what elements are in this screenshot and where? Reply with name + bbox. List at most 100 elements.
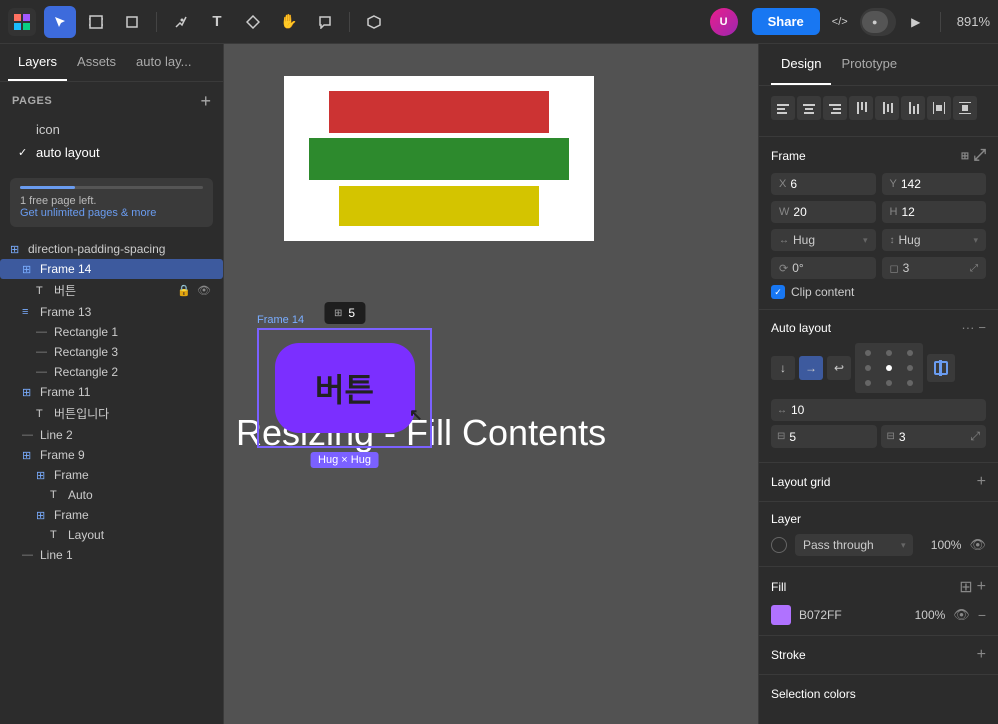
layer-rect-3[interactable]: — Rectangle 3 — [0, 342, 223, 362]
al-padding-h-field[interactable]: ⊟ 5 — [771, 425, 877, 448]
play-btn[interactable]: ▶ — [900, 6, 932, 38]
play-toggle[interactable]: ● — [860, 8, 896, 36]
al-expand-icon[interactable]: ⤢ — [970, 429, 980, 444]
share-button[interactable]: Share — [752, 8, 820, 35]
layer-line-2[interactable]: — Line 2 — [0, 425, 223, 445]
lock-icon[interactable]: 🔒 — [175, 283, 193, 298]
hug-x-chevron: ▾ — [863, 235, 868, 246]
visibility-icon[interactable]: 👁 — [195, 283, 213, 298]
spacing-grid[interactable] — [855, 343, 923, 393]
align-top-btn[interactable] — [849, 96, 873, 120]
upgrade-link[interactable]: Get unlimited pages & more — [20, 207, 156, 219]
al-settings-btn[interactable]: ··· — [961, 320, 974, 335]
canvas[interactable]: Resizing - Fill Contents Frame 14 ⊞ 5 버튼… — [224, 44, 758, 724]
layer-label: Frame 11 — [40, 385, 213, 399]
frame-icon: ⊞ — [36, 509, 50, 522]
layer-frame-14[interactable]: ⊞ Frame 14 — [0, 259, 223, 279]
layer-rect-2[interactable]: — Rectangle 2 — [0, 362, 223, 382]
rect-icon: — — [36, 346, 50, 358]
tab-layers[interactable]: Layers — [8, 44, 67, 81]
layout-grid-row: Layout grid + — [771, 473, 986, 491]
fill-add-btn[interactable]: + — [977, 578, 986, 596]
distribute-v-btn[interactable] — [953, 96, 977, 120]
fill-grid-icon[interactable]: ⊞ — [959, 577, 972, 597]
page-item-auto-layout[interactable]: ✓ auto layout — [12, 141, 211, 164]
layer-frame-9[interactable]: ⊞ Frame 9 — [0, 445, 223, 465]
al-padding-v-field[interactable]: ⊟ 3 ⤢ — [881, 425, 987, 448]
toolbar-sep-3 — [940, 12, 941, 32]
layer-button[interactable]: T 버튼 🔒 👁 — [0, 279, 223, 302]
layer-visibility-icon[interactable]: 👁 — [969, 537, 986, 553]
code-view-btn[interactable]: </> — [824, 6, 856, 38]
pen-tool-btn[interactable] — [165, 6, 197, 38]
text-icon: T — [50, 489, 64, 501]
move-tool-btn[interactable] — [44, 6, 76, 38]
component-tool-btn[interactable] — [237, 6, 269, 38]
layer-frame-inner[interactable]: ⊞ Frame — [0, 465, 223, 485]
direction-wrap-btn[interactable]: ↩ — [827, 356, 851, 380]
layer-rect-1[interactable]: — Rectangle 1 — [0, 322, 223, 342]
layer-frame-11[interactable]: ⊞ Frame 11 — [0, 382, 223, 402]
tab-auto-layout[interactable]: auto lay... — [126, 44, 201, 81]
direction-right-btn[interactable]: → — [799, 356, 823, 380]
layer-line-1[interactable]: — Line 1 — [0, 545, 223, 565]
y-field[interactable]: Y 142 — [882, 173, 987, 195]
hug-x-icon: ↔ — [779, 235, 789, 246]
layout-grid-add-btn[interactable]: + — [977, 473, 986, 491]
blend-opacity-value: 100% — [921, 538, 961, 552]
rotation-field[interactable]: ⟳ 0° — [771, 257, 876, 279]
plugins-btn[interactable] — [358, 6, 390, 38]
rotation-row: ⟳ 0° ◻ 3 ⤢ — [771, 257, 986, 279]
stroke-align-icon[interactable] — [927, 354, 955, 382]
page-item-icon[interactable]: icon — [12, 118, 211, 141]
tab-assets[interactable]: Assets — [67, 44, 126, 81]
button-element[interactable]: 버튼 ↖ — [275, 343, 415, 433]
app-logo[interactable] — [8, 8, 36, 36]
frame-tool-btn[interactable] — [80, 6, 112, 38]
frame-expand-icon[interactable]: ⊞ — [961, 151, 969, 162]
layer-button-text[interactable]: T 버튼입니다 — [0, 402, 223, 425]
layer-direction-padding-spacing[interactable]: ⊞ direction-padding-spacing — [0, 239, 223, 259]
stroke-section: Stroke + — [759, 636, 998, 675]
align-bottom-btn[interactable] — [901, 96, 925, 120]
tab-prototype[interactable]: Prototype — [831, 44, 907, 85]
canvas-frame-box[interactable] — [284, 76, 594, 241]
tab-design[interactable]: Design — [771, 44, 831, 85]
x-field[interactable]: X 6 — [771, 173, 876, 195]
layer-layout-text[interactable]: T Layout — [0, 525, 223, 545]
align-center-v-btn[interactable] — [875, 96, 899, 120]
comment-tool-btn[interactable] — [309, 6, 341, 38]
distribute-h-btn[interactable] — [927, 96, 951, 120]
clip-content-checkbox[interactable]: ✓ — [771, 285, 785, 299]
frame14-box[interactable]: ⊞ 5 버튼 ↖ Hug × Hug — [257, 328, 432, 448]
layer-label: direction-padding-spacing — [28, 242, 213, 256]
blend-mode-select[interactable]: Pass through ▾ — [795, 534, 913, 556]
y-label: Y — [890, 178, 897, 190]
direction-down-btn[interactable]: ↓ — [771, 356, 795, 380]
h-field[interactable]: H 12 — [882, 201, 987, 223]
text-tool-btn[interactable]: T — [201, 6, 233, 38]
fill-remove-btn[interactable]: − — [978, 607, 986, 623]
hug-x-field[interactable]: ↔ Hug ▾ — [771, 229, 876, 251]
layer-frame-inner2[interactable]: ⊞ Frame — [0, 505, 223, 525]
align-center-h-btn[interactable] — [797, 96, 821, 120]
stroke-add-btn[interactable]: + — [977, 646, 986, 664]
align-right-btn[interactable] — [823, 96, 847, 120]
frame-more-icon[interactable]: ⤢ — [973, 147, 986, 165]
shape-tool-btn[interactable] — [116, 6, 148, 38]
hand-tool-btn[interactable]: ✋ — [273, 6, 305, 38]
hug-row: ↔ Hug ▾ ↕ Hug ▾ — [771, 229, 986, 251]
align-left-btn[interactable] — [771, 96, 795, 120]
fill-visibility-icon[interactable]: 👁 — [953, 607, 970, 623]
hug-y-field[interactable]: ↕ Hug ▾ — [882, 229, 987, 251]
fill-color-swatch[interactable] — [771, 605, 791, 625]
al-remove-btn[interactable]: − — [978, 320, 986, 335]
al-gap-field[interactable]: ↔ 10 — [771, 399, 986, 421]
selection-colors-label: Selection colors — [771, 687, 856, 701]
add-page-button[interactable]: + — [200, 92, 211, 110]
layer-auto-text[interactable]: T Auto — [0, 485, 223, 505]
corner-field[interactable]: ◻ 3 ⤢ — [882, 257, 987, 279]
w-field[interactable]: W 20 — [771, 201, 876, 223]
layer-frame-13[interactable]: ≡ Frame 13 — [0, 302, 223, 322]
user-avatar[interactable]: U — [710, 8, 738, 36]
